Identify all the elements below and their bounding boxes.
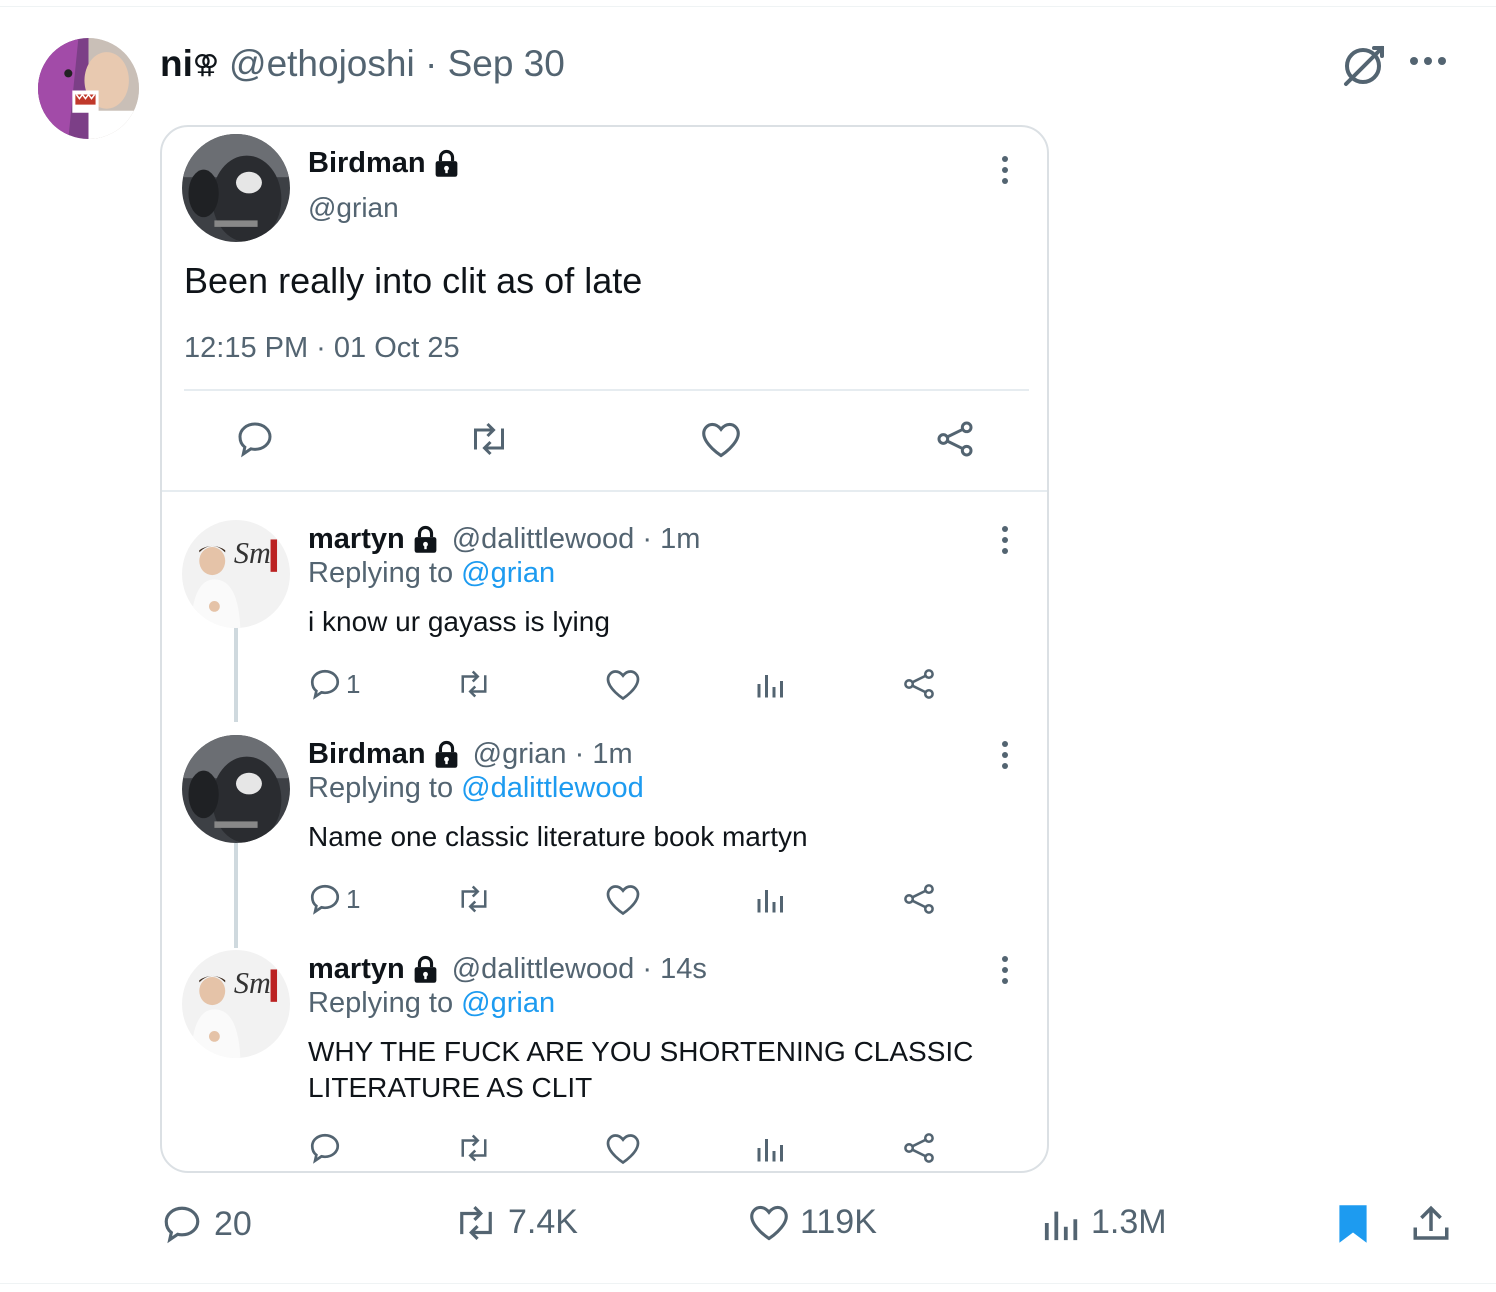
birdman-avatar	[182, 134, 290, 242]
share-icon[interactable]	[902, 1131, 936, 1165]
lock-icon	[414, 525, 437, 553]
mention-link[interactable]: @grian	[461, 987, 555, 1019]
avatar[interactable]	[38, 38, 139, 139]
like-icon[interactable]	[605, 1132, 641, 1166]
like-count: 119K	[800, 1203, 877, 1241]
lock-icon	[414, 955, 437, 983]
martyn-avatar: Sm	[182, 520, 290, 628]
lock-icon	[435, 149, 458, 177]
reply-handle-time[interactable]: @grian · 1m	[473, 738, 633, 771]
reply-text-line: LITERATURE AS CLIT	[308, 1072, 593, 1103]
svg-text:Sm: Sm	[234, 966, 271, 1000]
views-count: 1.3M	[1091, 1203, 1167, 1241]
main-post-timestamp: 12:15 PM · 01 Oct 25	[184, 332, 460, 364]
handle-and-date[interactable]: @ethojoshi · Sep 30	[229, 43, 565, 85]
reply-handle-time[interactable]: @dalittlewood · 1m	[452, 523, 701, 556]
reply-header: Birdman @grian · 1m	[308, 738, 633, 771]
quoted-screenshot-card[interactable]: Birdman @grian Been really into clit as …	[160, 125, 1049, 1173]
share-button[interactable]	[1410, 1203, 1452, 1245]
martyn-avatar: Sm	[182, 950, 290, 1058]
birdman-avatar	[182, 735, 290, 843]
repost-count: 7.4K	[508, 1203, 578, 1241]
repost-icon[interactable]	[454, 669, 494, 699]
mention-link[interactable]: @dalittlewood	[461, 772, 644, 804]
like-icon[interactable]	[605, 883, 641, 917]
reply-count: 1	[346, 668, 361, 699]
reply-header: martyn @dalittlewood · 1m	[308, 523, 700, 556]
tweet-header: ni ⚢ @ethojoshi · Sep 30	[160, 40, 565, 88]
reply-count: 1	[346, 883, 361, 914]
repost-icon	[460, 1205, 492, 1240]
more-vertical-icon[interactable]	[1001, 525, 1009, 555]
reply-icon[interactable]: 1	[308, 667, 360, 701]
thread-connector	[234, 843, 238, 948]
views-button[interactable]: 1.3M	[1043, 1203, 1167, 1242]
replying-to: Replying to @dalittlewood	[308, 772, 644, 805]
main-post-text: Been really into clit as of late	[184, 260, 643, 301]
reply-text: i know ur gayass is lying	[308, 606, 610, 637]
more-icon[interactable]	[1408, 38, 1448, 80]
more-vertical-icon[interactable]	[1001, 740, 1009, 770]
main-post-handle[interactable]: @grian	[308, 192, 399, 224]
main-post-display-name[interactable]: Birdman	[308, 147, 426, 180]
display-name[interactable]: ni	[160, 43, 193, 85]
views-icon[interactable]	[756, 669, 786, 699]
grok-icon[interactable]	[1338, 40, 1388, 90]
reply-icon[interactable]: 1	[308, 882, 360, 916]
reply-text: WHY THE FUCK ARE YOU SHORTENING CLASSIC …	[308, 1034, 973, 1106]
share-icon	[1413, 1205, 1449, 1240]
views-icon[interactable]	[756, 1133, 786, 1163]
like-icon[interactable]	[605, 668, 641, 702]
bookmark-button[interactable]	[1336, 1203, 1370, 1245]
share-icon[interactable]	[934, 419, 976, 459]
reply-handle-time[interactable]: @dalittlewood · 14s	[452, 953, 707, 986]
mention-link[interactable]: @grian	[461, 557, 555, 589]
replying-to-label: Replying to	[308, 557, 462, 589]
reply-icon	[164, 1206, 200, 1244]
reply-text: Name one classic literature book martyn	[308, 821, 808, 852]
repost-icon[interactable]	[454, 1133, 494, 1163]
divider	[162, 490, 1047, 492]
like-icon[interactable]	[700, 421, 742, 459]
name-glyph: ⚢	[192, 48, 220, 79]
top-divider	[0, 6, 1496, 7]
reply-button[interactable]: 20	[160, 1203, 252, 1245]
reply-icon[interactable]	[234, 419, 276, 459]
replying-to-label: Replying to	[308, 987, 462, 1019]
bookmark-icon	[1339, 1205, 1367, 1243]
lock-icon	[435, 740, 458, 768]
more-vertical-icon[interactable]	[1001, 955, 1009, 985]
like-button[interactable]: 119K	[748, 1203, 877, 1242]
bottom-divider	[0, 1283, 1496, 1284]
views-icon[interactable]	[756, 884, 786, 914]
reply-header: martyn @dalittlewood · 14s	[308, 953, 707, 986]
share-icon[interactable]	[902, 882, 936, 916]
reply-text-line: WHY THE FUCK ARE YOU SHORTENING CLASSIC	[308, 1036, 974, 1067]
more-vertical-icon[interactable]	[1001, 155, 1009, 185]
replying-to: Replying to @grian	[308, 557, 555, 590]
replying-to: Replying to @grian	[308, 987, 555, 1020]
share-icon[interactable]	[902, 667, 936, 701]
reply-count: 20	[214, 1204, 252, 1243]
views-icon	[1044, 1211, 1078, 1240]
like-icon	[750, 1205, 788, 1240]
reply-display-name[interactable]: Birdman	[308, 738, 426, 771]
repost-icon[interactable]	[466, 421, 512, 457]
thread-connector	[234, 627, 238, 722]
reply-display-name[interactable]: martyn	[308, 523, 405, 556]
svg-text:Sm: Sm	[234, 536, 271, 570]
main-post-name: Birdman	[308, 147, 461, 180]
reply-icon[interactable]	[308, 1131, 342, 1165]
repost-button[interactable]: 7.4K	[452, 1203, 578, 1242]
reply-display-name[interactable]: martyn	[308, 953, 405, 986]
replying-to-label: Replying to	[308, 772, 462, 804]
divider	[184, 389, 1029, 391]
repost-icon[interactable]	[454, 884, 494, 914]
